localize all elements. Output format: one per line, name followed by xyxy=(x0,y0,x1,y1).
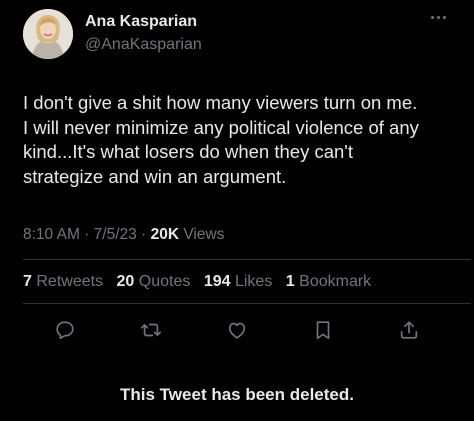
share-button[interactable] xyxy=(397,318,421,342)
avatar[interactable] xyxy=(23,9,73,59)
share-icon xyxy=(400,321,418,339)
more-options-icon[interactable] xyxy=(431,12,451,22)
meta-separator: · xyxy=(141,226,147,243)
retweet-button[interactable] xyxy=(139,318,163,342)
divider xyxy=(23,303,471,304)
author-handle[interactable]: @AnaKasparian xyxy=(85,36,202,54)
tweet-meta: 8:10 AM · 7/5/23 · 20K Views xyxy=(23,226,224,244)
author-name[interactable]: Ana Kasparian xyxy=(85,13,197,31)
likes-stat[interactable]: 194 Likes xyxy=(204,273,273,290)
engagement-stats: 7 Retweets 20 Quotes 194 Likes 1 Bookmar… xyxy=(23,273,380,291)
retweet-icon xyxy=(141,323,161,337)
tweet-date[interactable]: 7/5/23 xyxy=(94,226,137,243)
quotes-label: Quotes xyxy=(138,273,191,290)
like-icon xyxy=(228,322,246,339)
deleted-notice: This Tweet has been deleted. xyxy=(120,385,354,404)
quotes-stat[interactable]: 20 Quotes xyxy=(117,273,191,290)
quotes-count: 20 xyxy=(116,273,135,290)
profile-photo-icon xyxy=(23,9,73,59)
reply-button[interactable] xyxy=(53,318,77,342)
views-label: Views xyxy=(183,226,225,243)
bookmarks-stat[interactable]: 1 Bookmark xyxy=(286,273,371,290)
views-count: 20K xyxy=(150,226,180,243)
like-button[interactable] xyxy=(225,318,249,342)
likes-label: Likes xyxy=(234,273,273,290)
retweets-label: Retweets xyxy=(36,273,104,290)
retweets-count: 7 xyxy=(23,273,32,290)
retweets-stat[interactable]: 7 Retweets xyxy=(23,273,103,290)
tweet-card: Ana Kasparian @AnaKasparian I don't give… xyxy=(0,0,474,421)
tweet-text: I don't give a shit how many viewers tur… xyxy=(23,92,419,187)
bookmarks-count: 1 xyxy=(285,273,295,290)
bookmarks-label: Bookmark xyxy=(299,273,372,290)
divider xyxy=(23,259,471,260)
reply-icon xyxy=(56,321,74,340)
meta-separator: · xyxy=(84,226,90,243)
bookmark-icon xyxy=(316,321,330,340)
likes-count: 194 xyxy=(203,273,231,290)
bookmark-button[interactable] xyxy=(311,318,335,342)
tweet-time[interactable]: 8:10 AM xyxy=(23,226,80,243)
